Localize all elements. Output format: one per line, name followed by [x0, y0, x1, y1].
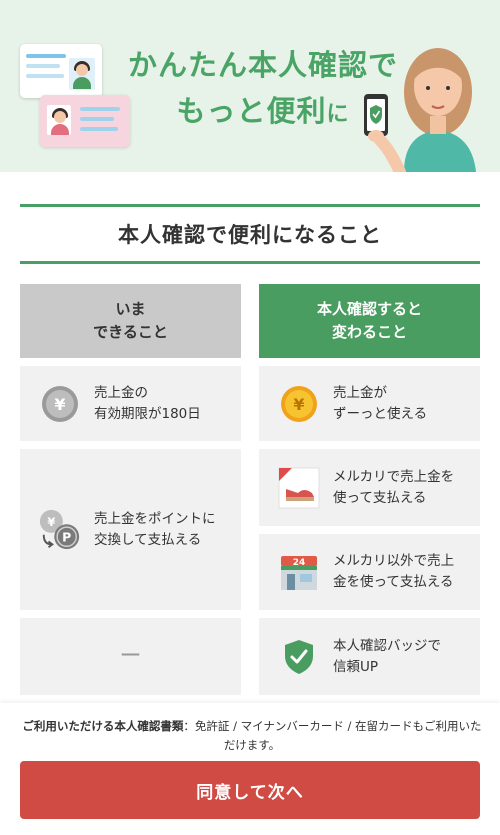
current-item-point-exchange-text: 売上金をポイントに 交換して支払える	[94, 510, 216, 548]
svg-text:¥: ¥	[47, 515, 55, 529]
hero-title-line2: もっと便利	[176, 94, 327, 128]
current-item-expiry-text: 売上金の 有効期限が180日	[94, 384, 201, 422]
after-item-pay-elsewhere-text: メルカリ以外で売上 金を使って支払える	[333, 553, 455, 590]
current-column-header: いま できること	[20, 284, 241, 358]
after-item-pay-mercari-text: メルカリで売上金を 使って支払える	[333, 468, 455, 506]
accepted-documents-notice: ご利用いただける本人確認書類：免許証 / マイナンバーカード / 在留カードもご…	[22, 717, 482, 755]
current-item-expiry: ¥ 売上金の 有効期限が180日	[20, 366, 241, 441]
shoe-product-icon	[277, 466, 321, 510]
notice-label: ご利用いただける本人確認書類	[22, 719, 184, 733]
current-item-point-exchange: ¥ P 売上金をポイントに 交換して支払える	[20, 449, 241, 610]
notice-text: ：免許証 / マイナンバーカード / 在留カードもご利用いただけます。	[183, 719, 482, 752]
id-card-pink-illustration	[40, 95, 130, 147]
current-item-none: ー	[20, 618, 241, 695]
current-item-none-text: ー	[119, 644, 142, 669]
section-heading-text: 本人確認で便利になること	[118, 223, 382, 247]
after-item-no-expiry: ¥ 売上金が ずーっと使える	[259, 366, 480, 441]
after-item-pay-mercari: メルカリで売上金を 使って支払える	[259, 449, 480, 526]
after-column-header: 本人確認すると 変わること	[259, 284, 480, 358]
yen-coin-gold-icon: ¥	[277, 382, 321, 426]
agree-next-button[interactable]: 同意して次へ	[20, 761, 480, 819]
verified-shield-icon	[277, 635, 321, 679]
section-heading: 本人確認で便利になること	[20, 204, 480, 264]
hero-title-line2-tail: に	[326, 102, 350, 127]
after-item-trust-badge-text: 本人確認バッジで 信頼UP	[333, 637, 441, 675]
yen-to-point-icon: ¥ P	[38, 508, 82, 552]
hero-banner: かんたん本人確認で もっと便利に	[0, 0, 500, 172]
yen-coin-gray-icon: ¥	[38, 382, 82, 426]
after-item-no-expiry-text: 売上金が ずーっと使える	[333, 384, 428, 422]
svg-text:¥: ¥	[54, 395, 65, 414]
store-24h-icon: 24	[277, 550, 321, 594]
after-item-pay-elsewhere: 24 メルカリ以外で売上 金を使って支払える	[259, 534, 480, 610]
svg-text:P: P	[62, 529, 71, 544]
svg-text:¥: ¥	[293, 395, 304, 414]
id-card-blue-illustration	[20, 44, 102, 98]
woman-with-phone-illustration	[364, 48, 476, 172]
after-item-trust-badge: 本人確認バッジで 信頼UP	[259, 618, 480, 695]
